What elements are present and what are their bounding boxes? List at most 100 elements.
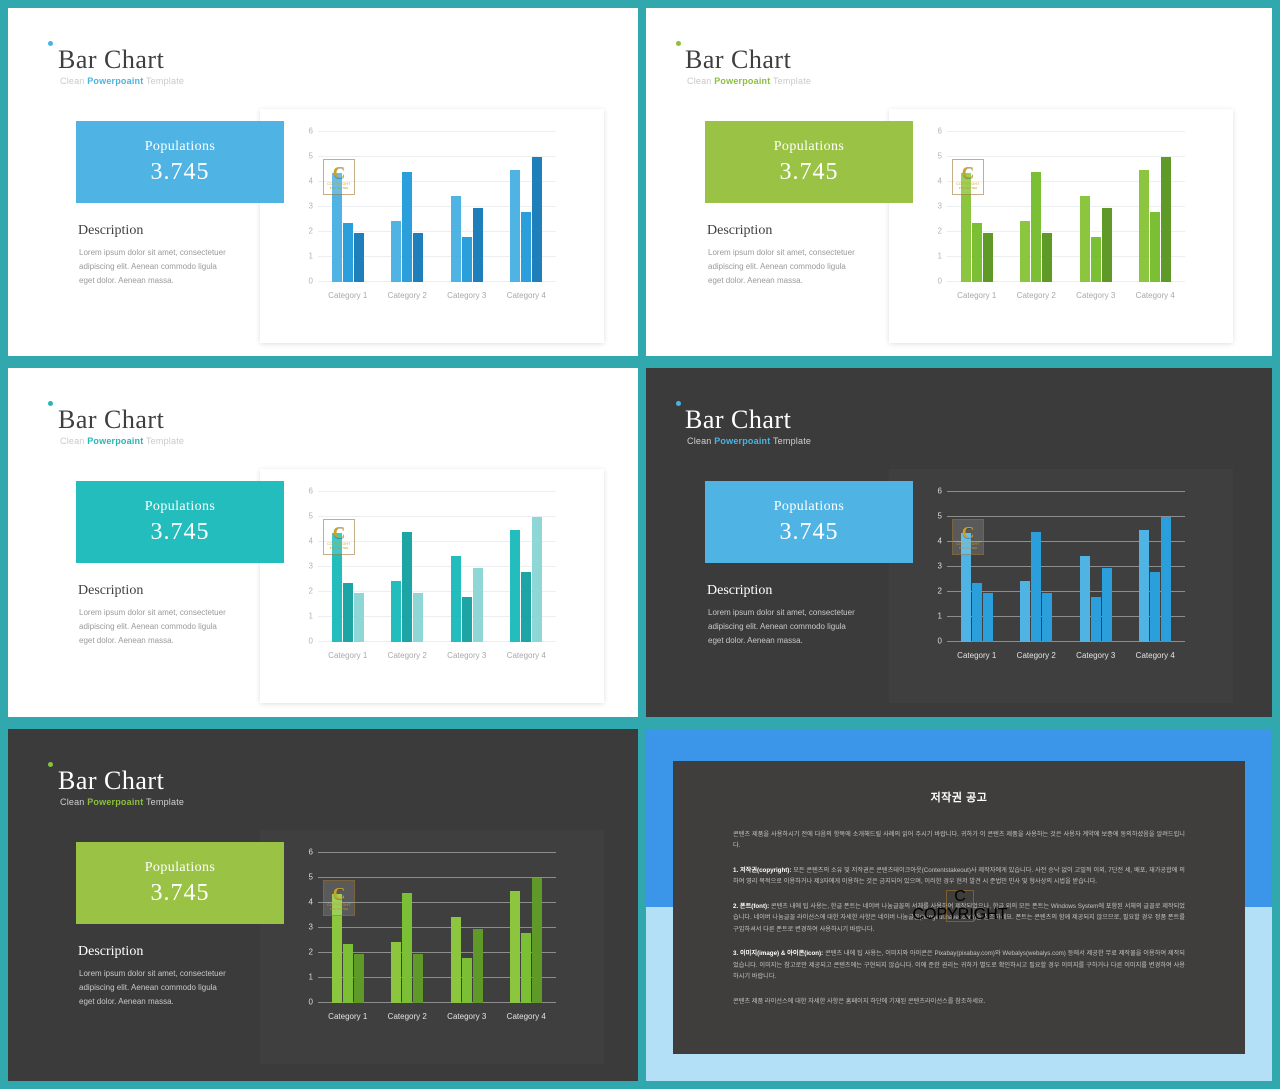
- x-axis-tick: Category 3: [447, 1012, 487, 1021]
- y-axis-tick: 6: [308, 486, 313, 496]
- bar-group: [378, 492, 438, 642]
- y-axis-tick: 5: [308, 872, 313, 882]
- populations-value: 3.745: [150, 879, 210, 906]
- bar: [391, 941, 402, 1003]
- bar: [1150, 572, 1161, 642]
- bar: [960, 533, 971, 642]
- slide-panel-2[interactable]: Bar Chart Clean Powerpoaint Template Pop…: [646, 8, 1272, 356]
- bar: [353, 954, 364, 1003]
- bar: [353, 233, 364, 282]
- bar: [342, 944, 353, 1003]
- x-axis-tick: Category 2: [387, 1012, 427, 1021]
- subtitle-pre: Clean: [687, 76, 715, 86]
- bar: [1031, 532, 1042, 642]
- y-axis-tick: 1: [937, 251, 942, 261]
- description-body: Lorem ipsum dolor sit amet, consectetuer…: [708, 608, 855, 645]
- bar-chart: 0 1 2 3 4 5 6 Category 1 Category 2 Category 3 Cat…: [294, 127, 562, 300]
- description-body: Lorem ipsum dolor sit amet, consectetuer…: [79, 608, 226, 645]
- bar-chart: 0 1 2 3 4 5 6 Category 1 Category 2 Category 3 Cat…: [294, 487, 562, 660]
- watermark-line1: COPYRIGHT: [912, 905, 1008, 923]
- page-title: Bar Chart: [58, 405, 165, 434]
- subtitle-brand: Powerpoaint: [87, 76, 144, 86]
- y-axis-tick: 0: [937, 636, 942, 646]
- bar: [510, 169, 521, 282]
- bar: [1161, 517, 1172, 642]
- bar: [413, 593, 424, 642]
- bar-group: [318, 853, 378, 1003]
- x-axis-tick: Category 4: [1135, 651, 1175, 660]
- x-axis-labels: Category 1 Category 2 Category 3 Category 4: [318, 291, 556, 300]
- slide-panel-3[interactable]: Bar Chart Clean Powerpoaint Template Pop…: [8, 368, 638, 717]
- accent-dot: [676, 41, 681, 46]
- page-title: Bar Chart: [58, 45, 165, 74]
- bar-groups: [318, 492, 556, 642]
- page-subtitle: Clean Powerpoaint Template: [687, 76, 811, 86]
- x-axis-tick: Category 2: [1016, 651, 1056, 660]
- bar-group: [378, 853, 438, 1003]
- copyright-watermark-icon: C COPYRIGHT: [912, 888, 1007, 923]
- bar: [342, 583, 353, 642]
- y-axis-tick: 6: [308, 126, 313, 136]
- subtitle-pre: Clean: [60, 76, 88, 86]
- bar: [1042, 233, 1053, 282]
- x-axis-tick: Category 2: [387, 651, 427, 660]
- x-axis-tick: Category 1: [328, 291, 368, 300]
- populations-box[interactable]: Populations 3.745: [705, 121, 913, 203]
- y-axis-tick: 6: [308, 847, 313, 857]
- page-subtitle: Clean Powerpoaint Template: [60, 797, 184, 807]
- bar-groups: [947, 492, 1185, 642]
- bar-groups: [318, 853, 556, 1003]
- page-title: Bar Chart: [58, 766, 165, 795]
- y-axis-tick: 3: [308, 201, 313, 211]
- y-axis-tick: 4: [308, 176, 313, 186]
- y-axis-tick: 4: [937, 176, 942, 186]
- slide-panel-1[interactable]: Bar Chart Clean Powerpoaint Template Pop…: [8, 8, 638, 356]
- y-axis-tick: 2: [937, 226, 942, 236]
- bar: [521, 572, 532, 642]
- bar: [1090, 237, 1101, 282]
- bar: [982, 593, 993, 642]
- bar: [472, 208, 483, 282]
- y-axis-tick: 4: [308, 897, 313, 907]
- copyright-intro: 콘텐츠 제품을 사용하시기 전에 다음의 항목에 소개해드릴 사례의 읽어 주시…: [733, 831, 1185, 850]
- subtitle-pre: Clean: [60, 436, 88, 446]
- x-axis-tick: Category 3: [1076, 651, 1116, 660]
- plot-area: 0 1 2 3 4 5 6: [309, 127, 556, 286]
- slide-panel-5[interactable]: Bar Chart Clean Powerpoaint Template Pop…: [8, 729, 638, 1081]
- populations-box[interactable]: Populations 3.745: [76, 842, 284, 924]
- bar: [1101, 568, 1112, 642]
- plot-area: 0 1 2 3 4 5 6: [938, 487, 1185, 646]
- bar: [461, 958, 472, 1003]
- y-axis-tick: 1: [308, 251, 313, 261]
- subtitle-brand: Powerpoaint: [714, 436, 771, 446]
- x-axis-tick: Category 3: [447, 291, 487, 300]
- x-axis-labels: Category 1 Category 2 Category 3 Category 4: [947, 651, 1185, 660]
- y-axis-tick: 5: [308, 151, 313, 161]
- copyright-slide: 저작권 공고 콘텐츠 제품을 사용하시기 전에 다음의 항목에 소개해드릴 사례…: [646, 729, 1272, 1081]
- bar-group: [1066, 492, 1126, 642]
- populations-box[interactable]: Populations 3.745: [76, 481, 284, 563]
- bar: [472, 568, 483, 642]
- slide-panel-4[interactable]: Bar Chart Clean Powerpoaint Template Pop…: [646, 368, 1272, 717]
- bar: [1101, 208, 1112, 282]
- bar: [353, 593, 364, 642]
- page-subtitle: Clean Powerpoaint Template: [687, 436, 811, 446]
- bar-group: [1066, 132, 1126, 282]
- bar: [450, 916, 461, 1003]
- bar: [510, 890, 521, 1003]
- populations-label: Populations: [773, 498, 845, 514]
- bar: [1150, 212, 1161, 282]
- bar: [391, 220, 402, 282]
- populations-box[interactable]: Populations 3.745: [76, 121, 284, 203]
- x-axis-tick: Category 4: [506, 651, 546, 660]
- bar: [413, 233, 424, 282]
- populations-box[interactable]: Populations 3.745: [705, 481, 913, 563]
- slide-gallery: Bar Chart Clean Powerpoaint Template Pop…: [0, 0, 1280, 1089]
- copyright-panel[interactable]: 저작권 공고 콘텐츠 제품을 사용하시기 전에 다음의 항목에 소개해드릴 사례…: [646, 729, 1272, 1081]
- bar-group: [947, 132, 1007, 282]
- y-axis-tick: 4: [937, 536, 942, 546]
- description-heading: Description: [78, 583, 144, 598]
- x-axis-labels: Category 1 Category 2 Category 3 Category 4: [947, 291, 1185, 300]
- subtitle-post: Template: [770, 436, 812, 446]
- copyright-footer: 콘텐츠 제품 라이선스에 대한 자세한 사항은 홈페이지 하단에 기재된 콘텐츠…: [733, 997, 986, 1005]
